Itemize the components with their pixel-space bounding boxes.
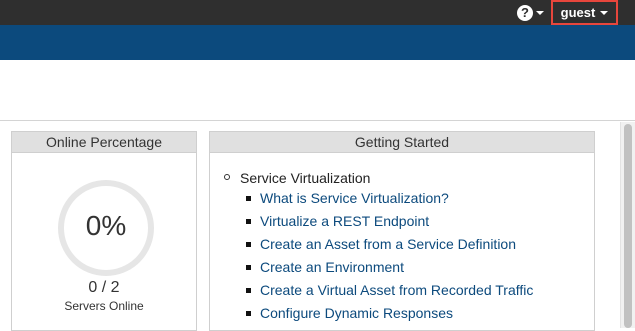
square-bullet-icon xyxy=(246,219,251,224)
servers-online-label: Servers Online xyxy=(64,299,144,313)
user-menu-button[interactable]: guest xyxy=(551,0,618,25)
chevron-down-icon xyxy=(536,10,544,15)
vertical-scrollbar[interactable] xyxy=(620,122,635,328)
list-item: Virtualize a REST Endpoint xyxy=(246,213,533,236)
panel-title: Getting Started xyxy=(210,132,594,153)
square-bullet-icon xyxy=(246,311,251,316)
section-heading: Service Virtualization xyxy=(224,170,370,186)
link-create-virtual-asset-from-recorded-traffic[interactable]: Create a Virtual Asset from Recorded Tra… xyxy=(260,282,533,298)
square-bullet-icon xyxy=(246,288,251,293)
user-menu-label: guest xyxy=(560,5,596,20)
circle-bullet-icon xyxy=(224,174,230,181)
getting-started-panel: Getting Started Service Virtualization W… xyxy=(209,131,595,331)
servers-online-count: 0 / 2 xyxy=(88,279,120,296)
help-menu-button[interactable]: ? xyxy=(517,3,549,22)
link-create-asset-from-service-definition[interactable]: Create an Asset from a Service Definitio… xyxy=(260,236,516,252)
dashboard-content: Online Percentage 0% 0 / 2 Servers Onlin… xyxy=(0,122,635,331)
link-virtualize-rest-endpoint[interactable]: Virtualize a REST Endpoint xyxy=(260,213,429,229)
help-circle-icon: ? xyxy=(517,4,533,21)
list-item: What is Service Virtualization? xyxy=(246,190,533,213)
chevron-down-icon xyxy=(600,10,609,15)
link-configure-dynamic-responses[interactable]: Configure Dynamic Responses xyxy=(260,305,453,321)
panel-title: Online Percentage xyxy=(12,132,196,153)
section-label: Service Virtualization xyxy=(240,170,371,186)
square-bullet-icon xyxy=(246,242,251,247)
list-item: Create a Virtual Asset from Recorded Tra… xyxy=(246,282,533,305)
page-header-area xyxy=(0,60,635,121)
getting-started-links: What is Service Virtualization? Virtuali… xyxy=(246,190,533,328)
top-bar: ? guest xyxy=(0,0,635,25)
link-create-environment[interactable]: Create an Environment xyxy=(260,259,404,275)
online-percent-value: 0% xyxy=(85,210,127,241)
online-percentage-panel: Online Percentage 0% 0 / 2 Servers Onlin… xyxy=(11,131,197,331)
list-item: Create an Environment xyxy=(246,259,533,282)
square-bullet-icon xyxy=(246,196,251,201)
list-item: Create an Asset from a Service Definitio… xyxy=(246,236,533,259)
brand-bar xyxy=(0,25,635,60)
square-bullet-icon xyxy=(246,265,251,270)
list-item: Configure Dynamic Responses xyxy=(246,305,533,328)
link-what-is-service-virtualization[interactable]: What is Service Virtualization? xyxy=(260,190,449,206)
scrollbar-thumb[interactable] xyxy=(624,124,632,328)
